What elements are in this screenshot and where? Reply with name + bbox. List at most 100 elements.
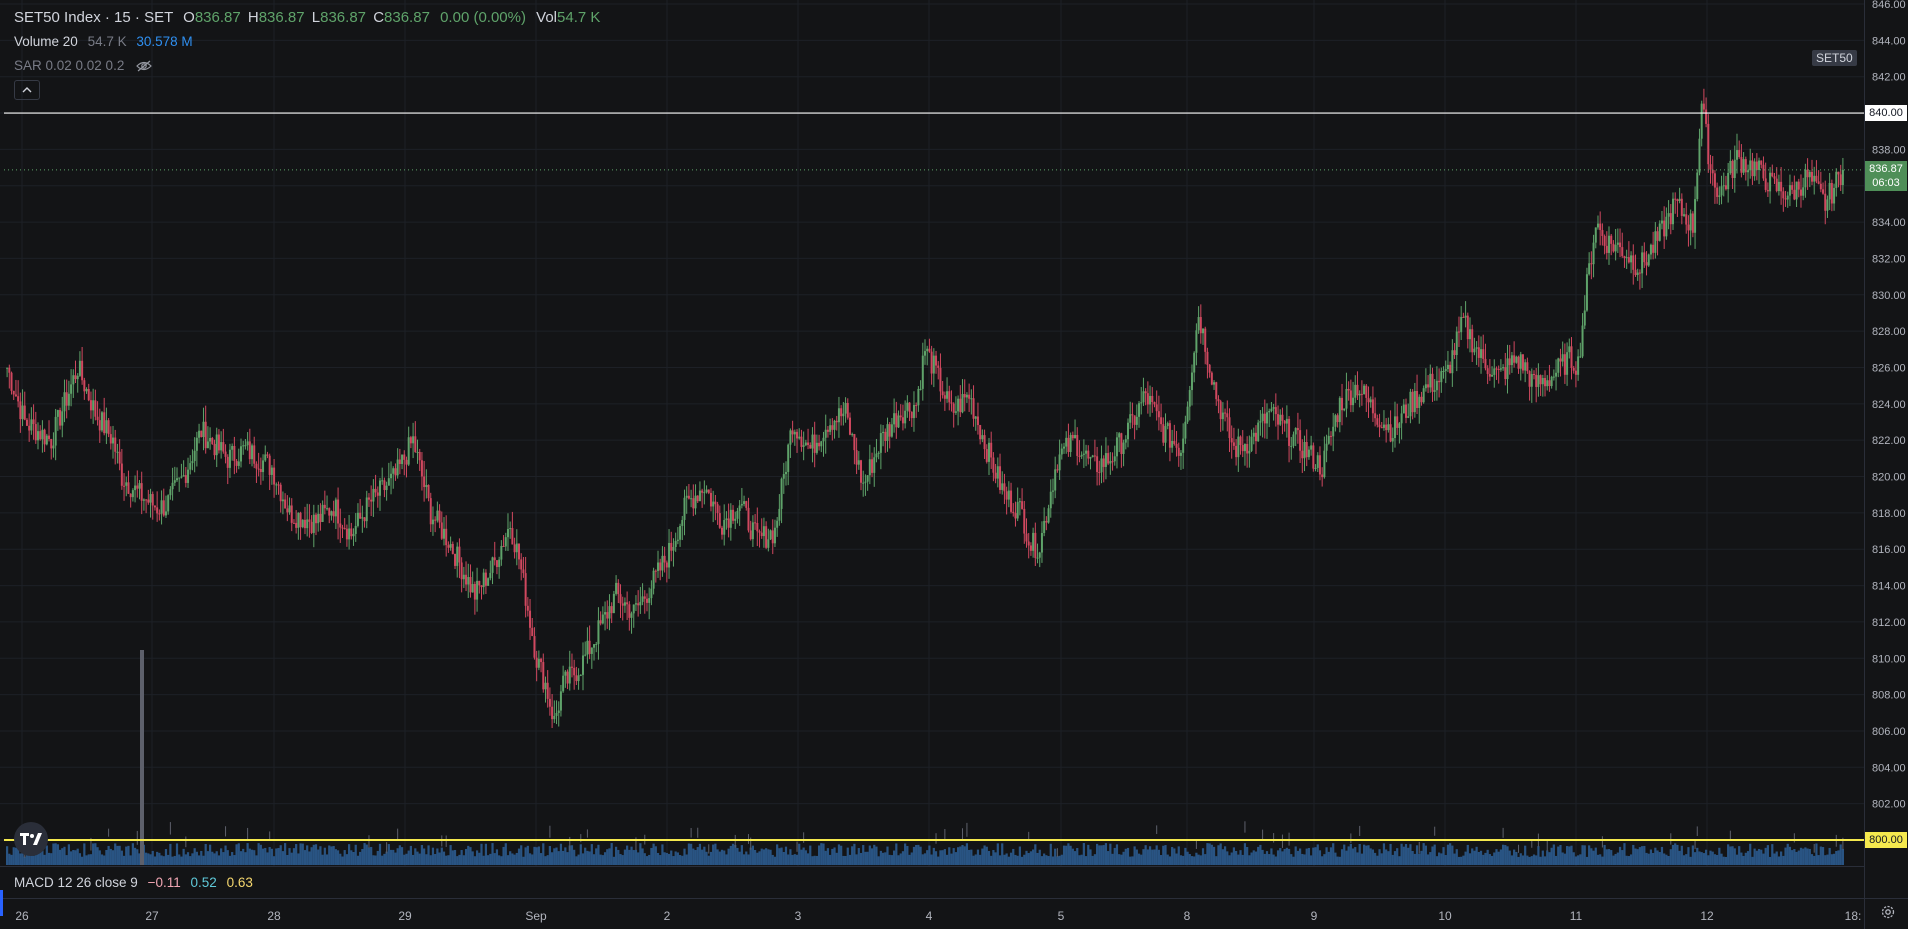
volume-bar — [1040, 856, 1044, 865]
candle-body — [1226, 413, 1229, 418]
volume-bar — [577, 854, 580, 865]
volume-bar — [795, 854, 799, 865]
candle-body — [1457, 331, 1460, 333]
macd-signal-value: 0.52 — [190, 875, 217, 890]
candle-body — [89, 400, 92, 411]
eye-off-icon[interactable] — [136, 60, 152, 72]
volume-bar — [171, 856, 174, 865]
volume-bar — [1159, 855, 1163, 865]
candle-body — [105, 420, 108, 434]
candle-body — [56, 410, 59, 417]
volume-bar — [81, 856, 84, 865]
volume-bar — [1018, 846, 1021, 865]
volume-bar — [308, 851, 311, 865]
candle-body — [14, 394, 17, 397]
volume-bar — [1828, 847, 1831, 865]
candle-body — [226, 456, 229, 468]
volume-bar — [286, 854, 289, 865]
candle-body — [897, 415, 900, 428]
candle-body — [257, 468, 260, 470]
candle-body — [1649, 244, 1652, 255]
volume-bar — [1841, 848, 1844, 865]
volume-bar — [1530, 856, 1533, 865]
volume-bar — [1043, 853, 1046, 865]
candle-body — [948, 391, 951, 403]
volume-bar — [1740, 852, 1743, 865]
volume-bar — [930, 854, 933, 865]
volume-bar — [553, 848, 556, 865]
price-axis[interactable]: 846.00844.00842.00840.00838.00836.00834.… — [1864, 0, 1906, 929]
candle-body — [718, 513, 721, 528]
volume-legend[interactable]: Volume 20 54.7 K 30.578 M — [14, 34, 193, 49]
candle-body — [835, 420, 838, 423]
volume-spike — [690, 827, 692, 838]
volume-bar — [1301, 853, 1304, 865]
volume-bar — [1462, 855, 1465, 865]
volume-bar — [694, 850, 697, 865]
volume-bar — [295, 844, 298, 865]
price-tick-label: 830.00 — [1872, 290, 1906, 302]
volume-bar — [92, 843, 95, 865]
candle-body — [162, 500, 165, 516]
candle-body — [451, 543, 454, 554]
candle-body — [427, 484, 430, 499]
candle-body — [1508, 358, 1511, 366]
candle-body — [608, 606, 611, 619]
volume-bar — [1497, 851, 1500, 865]
volume-bar — [948, 847, 951, 865]
candle-body — [1369, 399, 1372, 403]
volume-bar — [94, 843, 97, 865]
candle-body — [277, 484, 280, 486]
price-line-840-label[interactable]: 840.00 — [1865, 105, 1907, 121]
candle-body — [1442, 370, 1445, 372]
volume-bar — [784, 846, 788, 865]
candle-body — [771, 530, 774, 544]
candle-body — [590, 647, 593, 654]
macd-legend[interactable]: MACD 12 26 close 9 −0.11 0.52 0.63 — [14, 875, 253, 890]
candle-body — [1499, 368, 1502, 370]
volume-bar — [637, 852, 640, 865]
time-axis[interactable]: 26 27 28 29 Sep 2 3 4 5 8 9 10 11 12 18: — [0, 898, 1908, 924]
volume-bar — [1599, 854, 1602, 865]
candle-body — [1217, 399, 1220, 402]
low-value: 836.87 — [320, 9, 367, 26]
price-line-800-label[interactable]: 800.00 — [1865, 832, 1907, 848]
volume-bar — [798, 843, 801, 865]
candle-body — [1685, 214, 1688, 225]
volume-bar — [1067, 843, 1070, 865]
candle-body — [745, 501, 748, 508]
candle-body — [1175, 443, 1178, 448]
sar-legend[interactable]: SAR 0.02 0.02 0.2 — [14, 58, 152, 73]
candle-body — [1325, 443, 1328, 451]
volume-bar — [376, 850, 379, 865]
candle-body — [575, 675, 578, 682]
candle-body — [1780, 181, 1783, 192]
candle-body — [1469, 329, 1472, 340]
candle-body — [370, 499, 373, 502]
volume-bar — [974, 854, 977, 865]
candle-body — [1424, 384, 1427, 389]
collapse-legend-button[interactable] — [14, 80, 40, 100]
time-tick-label: 8 — [1184, 909, 1191, 923]
candle-body — [1835, 171, 1838, 188]
volume-bar — [361, 848, 364, 865]
volume-bar — [1212, 846, 1216, 865]
symbol-title[interactable]: SET50 Index · 15 · SET — [14, 9, 173, 26]
candle-body — [1312, 445, 1315, 469]
price-chart[interactable]: 846.00844.00842.00840.00838.00836.00834.… — [0, 0, 1908, 929]
candle-body — [990, 442, 993, 458]
candle-body — [1283, 420, 1286, 424]
candle-body — [1080, 454, 1083, 457]
volume-bar — [1515, 851, 1518, 865]
candle-body — [961, 394, 964, 413]
candle-body — [826, 429, 829, 432]
candle-body — [1005, 491, 1008, 500]
time-tick-label: 29 — [398, 909, 412, 923]
volume-bar — [1813, 855, 1816, 865]
volume-bar — [1292, 856, 1295, 865]
volume-bar — [63, 846, 66, 865]
volume-bar — [968, 849, 971, 865]
tradingview-logo[interactable] — [14, 822, 48, 856]
gear-icon[interactable] — [1880, 904, 1896, 920]
candle-body — [1636, 272, 1639, 276]
